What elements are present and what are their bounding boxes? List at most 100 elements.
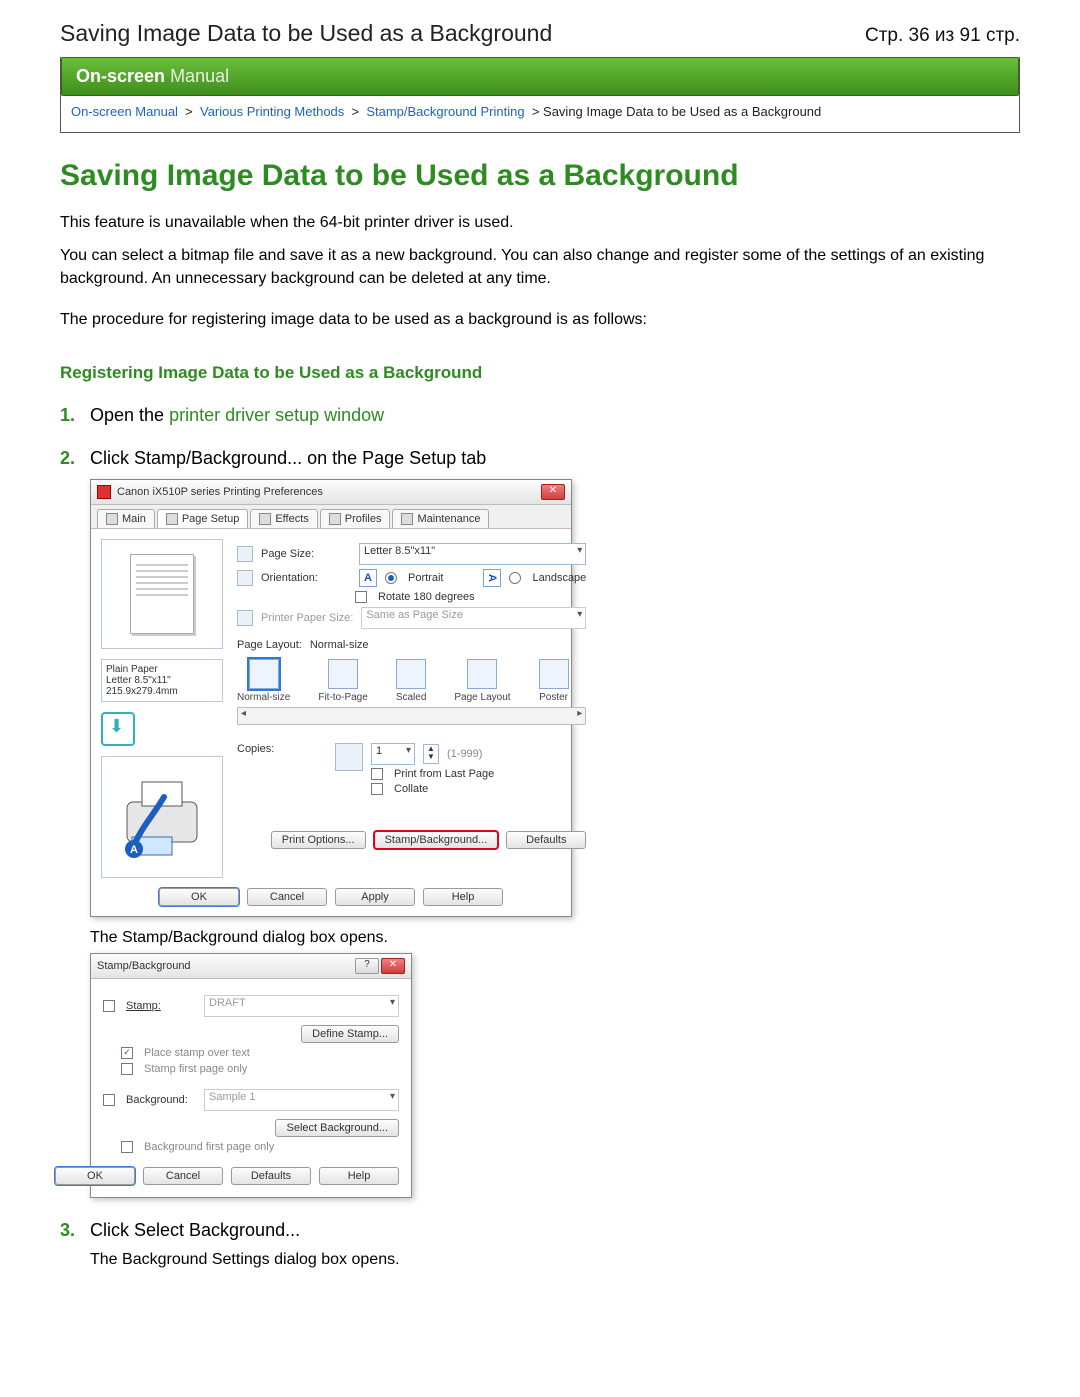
page-layout-value: Normal-size	[310, 639, 369, 651]
stamp-first-checkbox[interactable]	[121, 1063, 133, 1075]
rotate-180-checkbox[interactable]	[355, 591, 367, 603]
section-heading: Registering Image Data to be Used as a B…	[60, 363, 1020, 383]
layout-pagelayout-label: Page Layout	[454, 692, 510, 703]
layout-poster[interactable]: Poster	[539, 659, 569, 703]
layout-fit[interactable]: Fit-to-Page	[318, 659, 367, 703]
stamp-background-dialog: Stamp/Background ? ✕ Stamp: DRAFT Define…	[90, 953, 412, 1198]
cancel-button[interactable]: Cancel	[143, 1167, 223, 1185]
portrait-radio-label: Portrait	[408, 572, 443, 584]
stamp-first-label: Stamp first page only	[144, 1063, 247, 1075]
stamp-select[interactable]: DRAFT	[204, 995, 399, 1017]
crumb-tail: Saving Image Data to be Used as a Backgr…	[543, 104, 821, 119]
svg-text:A: A	[130, 844, 138, 856]
step-2-text: Click Stamp/Background... on the Page Se…	[90, 448, 486, 469]
copies-label: Copies:	[237, 743, 327, 755]
help-button[interactable]: Help	[423, 888, 503, 906]
layout-fit-label: Fit-to-Page	[318, 692, 367, 703]
portrait-a-icon: A	[359, 569, 377, 587]
cancel-button[interactable]: Cancel	[247, 888, 327, 906]
tab-effects-icon	[259, 513, 271, 525]
background-select[interactable]: Sample 1	[204, 1089, 399, 1111]
stamp-background-button[interactable]: Stamp/Background...	[374, 831, 499, 849]
tab-profiles-label: Profiles	[345, 513, 382, 525]
help-button[interactable]: Help	[319, 1167, 399, 1185]
step-3-after: The Background Settings dialog box opens…	[90, 1251, 1020, 1269]
intro-paragraph-1: This feature is unavailable when the 64-…	[60, 211, 1020, 234]
defaults-button[interactable]: Defaults	[506, 831, 586, 849]
tab-effects[interactable]: Effects	[250, 509, 317, 528]
portrait-radio[interactable]	[385, 572, 397, 584]
page-size-label: Page Size:	[261, 548, 351, 560]
page-layout-label: Page Layout:	[237, 639, 302, 651]
manual-banner-thin: Manual	[170, 66, 229, 86]
bg-first-checkbox[interactable]	[121, 1141, 133, 1153]
layout-scaled[interactable]: Scaled	[396, 659, 427, 703]
page-indicator: Стр. 36 из 91 стр.	[865, 25, 1020, 47]
dialog1-title: Canon iX510P series Printing Preferences	[117, 486, 323, 498]
step-1-pre: Open the	[90, 405, 169, 425]
printer-paper-size-label: Printer Paper Size:	[261, 612, 353, 624]
collate-label: Collate	[394, 783, 428, 795]
crumb-link-manual[interactable]: On-screen Manual	[71, 104, 178, 119]
tab-maintenance[interactable]: Maintenance	[392, 509, 489, 528]
background-checkbox[interactable]	[103, 1094, 115, 1106]
page-size-select[interactable]: Letter 8.5"x11"	[359, 543, 586, 565]
manual-banner: On-screen Manual	[61, 57, 1019, 96]
tab-main[interactable]: Main	[97, 509, 155, 528]
manual-banner-bold: On-screen	[76, 66, 165, 86]
stamp-checkbox[interactable]	[103, 1000, 115, 1012]
media-type: Plain Paper	[106, 664, 218, 675]
printer-paper-size-select[interactable]: Same as Page Size	[361, 607, 586, 629]
print-last-checkbox[interactable]	[371, 768, 383, 780]
tab-effects-label: Effects	[275, 513, 308, 525]
layout-scrollbar[interactable]	[237, 707, 586, 725]
crumb-link-methods[interactable]: Various Printing Methods	[200, 104, 344, 119]
ok-button[interactable]: OK	[55, 1167, 135, 1185]
apply-button[interactable]: Apply	[335, 888, 415, 906]
media-size: Letter 8.5"x11" 215.9x279.4mm	[106, 675, 218, 697]
place-over-checkbox[interactable]	[121, 1047, 133, 1059]
crumb-link-stamp[interactable]: Stamp/Background Printing	[366, 104, 524, 119]
printer-driver-setup-link[interactable]: printer driver setup window	[169, 405, 384, 425]
intro-paragraph-2: You can select a bitmap file and save it…	[60, 244, 1020, 290]
defaults-button[interactable]: Defaults	[231, 1167, 311, 1185]
place-over-label: Place stamp over text	[144, 1047, 250, 1059]
print-last-label: Print from Last Page	[394, 768, 494, 780]
rotate-180-label: Rotate 180 degrees	[378, 591, 475, 603]
tab-profiles[interactable]: Profiles	[320, 509, 391, 528]
tab-page-setup-icon	[166, 513, 178, 525]
define-stamp-button[interactable]: Define Stamp...	[301, 1025, 399, 1043]
close-icon[interactable]: ✕	[381, 958, 405, 974]
tab-main-label: Main	[122, 513, 146, 525]
close-icon[interactable]: ✕	[541, 484, 565, 500]
copies-input[interactable]: 1	[371, 743, 415, 765]
orientation-icon	[237, 570, 253, 586]
step-3-text: Click Select Background...	[90, 1220, 300, 1241]
printing-preferences-dialog: Canon iX510P series Printing Preferences…	[90, 479, 572, 917]
tab-main-icon	[106, 513, 118, 525]
layout-pagelayout[interactable]: Page Layout	[454, 659, 510, 703]
page-size-icon	[237, 546, 253, 562]
ok-button[interactable]: OK	[159, 888, 239, 906]
collate-checkbox[interactable]	[371, 783, 383, 795]
layout-normal[interactable]: Normal-size	[237, 659, 290, 703]
landscape-radio[interactable]	[509, 572, 521, 584]
dialog1-tabs: Main Page Setup Effects Profiles Mainten…	[91, 505, 571, 529]
help-icon[interactable]: ?	[355, 958, 379, 974]
landscape-radio-label: Landscape	[532, 572, 586, 584]
media-info: Plain Paper Letter 8.5"x11" 215.9x279.4m…	[101, 659, 223, 702]
heading-main: Saving Image Data to be Used as a Backgr…	[60, 159, 1020, 193]
stamp-checkbox-label: Stamp:	[126, 1000, 196, 1012]
intro-paragraph-3: The procedure for registering image data…	[60, 308, 1020, 331]
print-options-button[interactable]: Print Options...	[271, 831, 366, 849]
dialog2-title: Stamp/Background	[97, 960, 191, 972]
tab-page-setup[interactable]: Page Setup	[157, 509, 249, 528]
select-background-button[interactable]: Select Background...	[275, 1119, 399, 1137]
landscape-a-icon: A	[483, 569, 501, 587]
copies-spinner[interactable]: ▲▼	[423, 744, 439, 764]
breadcrumb: On-screen Manual > Various Printing Meth…	[61, 96, 1019, 132]
app-icon	[97, 485, 111, 499]
bg-first-label: Background first page only	[144, 1141, 274, 1153]
layout-poster-label: Poster	[539, 692, 568, 703]
step-2-after: The Stamp/Background dialog box opens.	[90, 929, 1020, 947]
